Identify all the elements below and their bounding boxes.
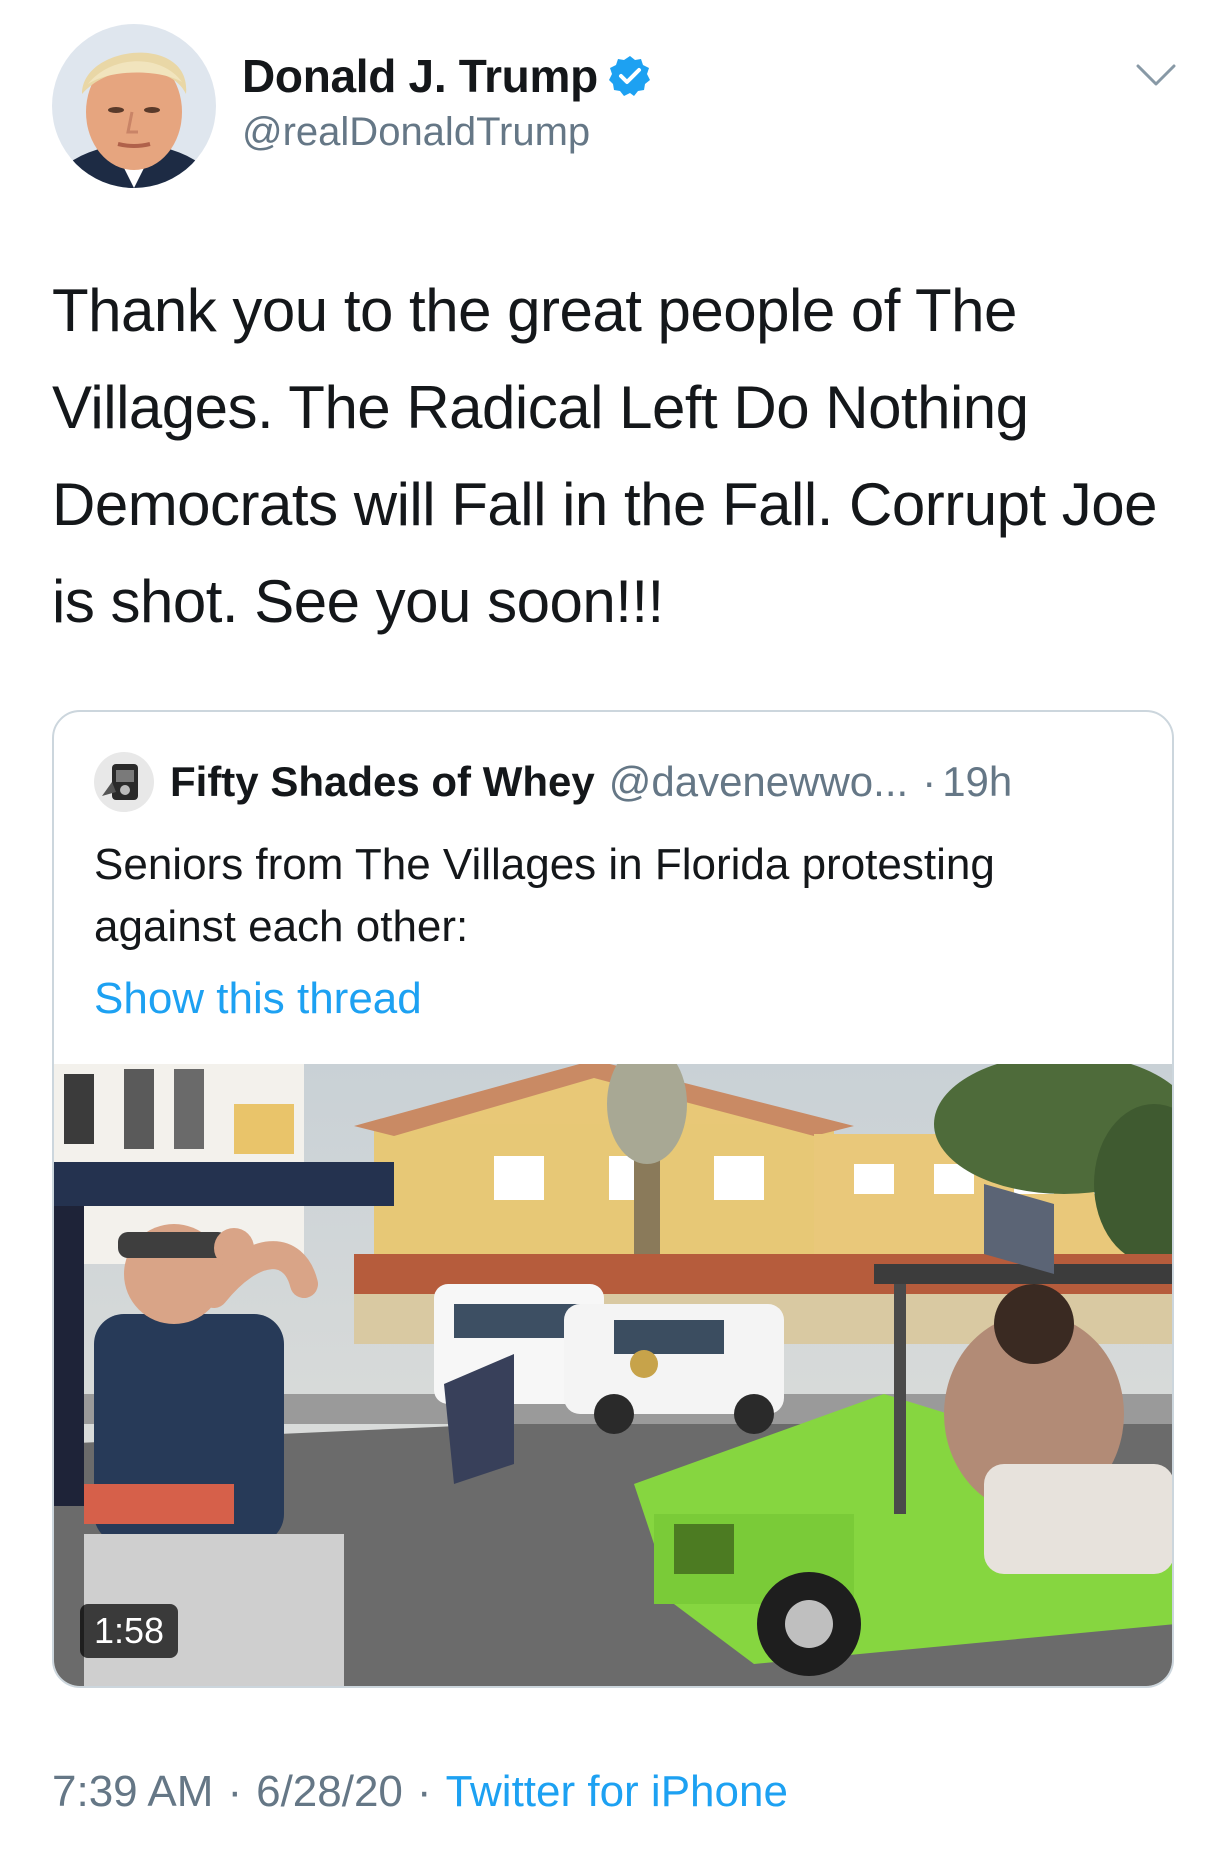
meta-separator-2: · xyxy=(416,1767,432,1816)
quoted-author-avatar[interactable] xyxy=(94,752,154,812)
author-name-row: Donald J. Trump xyxy=(242,48,652,104)
tweet-source-link[interactable]: Twitter for iPhone xyxy=(446,1767,788,1817)
quoted-tweet-text: Seniors from The Villages in Florida pro… xyxy=(94,840,995,951)
tweet-meta: 7:39 AM · 6/28/20 · Twitter for iPhone xyxy=(52,1762,788,1822)
author-avatar[interactable] xyxy=(52,24,216,188)
quoted-video[interactable]: 1:58 xyxy=(54,1064,1172,1686)
author-avatar-image xyxy=(52,24,216,188)
quoted-timestamp[interactable]: 19h xyxy=(942,758,1012,806)
meta-separator-1: · xyxy=(227,1767,243,1816)
verified-badge-icon xyxy=(608,56,650,96)
quoted-tweet-card[interactable]: Fifty Shades of Whey @davenewwo... · 19h… xyxy=(52,710,1174,1688)
quoted-separator: · xyxy=(922,758,937,805)
quoted-author-name[interactable]: Fifty Shades of Whey xyxy=(170,758,595,806)
quoted-author-avatar-image xyxy=(94,752,154,812)
chevron-down-icon[interactable] xyxy=(1134,60,1178,90)
quoted-author-handle[interactable]: @davenewwo... xyxy=(609,758,908,806)
tweet-time[interactable]: 7:39 AM xyxy=(52,1767,213,1817)
quoted-tweet-header: Fifty Shades of Whey @davenewwo... · 19h xyxy=(94,752,1012,812)
show-thread-link[interactable]: Show this thread xyxy=(94,974,422,1024)
tweet-date[interactable]: 6/28/20 xyxy=(256,1767,403,1817)
video-duration-badge: 1:58 xyxy=(80,1604,179,1658)
author-handle[interactable]: @realDonaldTrump xyxy=(242,110,590,155)
author-display-name[interactable]: Donald J. Trump xyxy=(242,49,598,103)
video-thumbnail xyxy=(54,1064,1172,1686)
tweet-text: Thank you to the great people of The Vil… xyxy=(52,277,1158,635)
